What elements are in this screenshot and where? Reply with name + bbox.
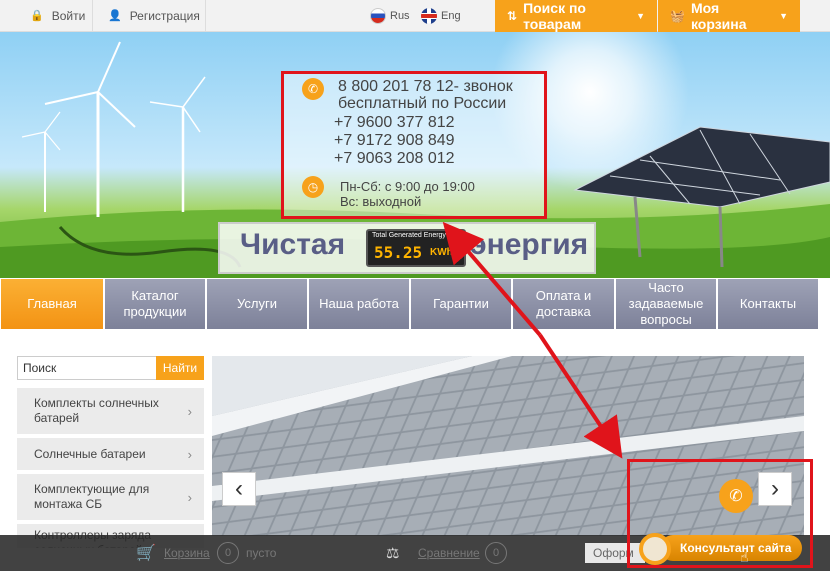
nav-label: Главная: [27, 296, 77, 311]
header-banner: ✆ 8 800 201 78 12- звонок бесплатный по …: [0, 32, 830, 278]
phone-number: +7 9600 377 812: [334, 114, 455, 131]
chevron-right-icon: ›: [187, 446, 192, 462]
contact-info-highlight: ✆ 8 800 201 78 12- звонок бесплатный по …: [281, 71, 547, 219]
top-bar: 🔒 Войти 👤 Регистрация Rus Eng ⇅ Поиск по…: [0, 0, 830, 32]
counter-value: 55.25: [374, 243, 423, 262]
chevron-down-icon: ▼: [779, 11, 788, 21]
slider-prev-button[interactable]: ‹: [222, 472, 256, 506]
search-button[interactable]: Найти: [156, 356, 204, 380]
lock-icon: 🔒: [30, 10, 44, 22]
sidebar-item-label: Солнечные батареи: [34, 446, 146, 461]
uk-flag-icon: [421, 8, 437, 24]
search-products-icon: ⇅: [507, 9, 518, 23]
consultant-highlight-box: [627, 459, 813, 568]
login-label: Войти: [51, 9, 86, 23]
sidebar-item-label: Комплектующие для монтажа СБ: [34, 482, 150, 511]
nav-faq[interactable]: Часто задаваемые вопросы: [616, 279, 716, 329]
lang-en-label: Eng: [441, 10, 461, 22]
basket-icon: 🧺: [670, 9, 685, 23]
search-input[interactable]: [18, 357, 156, 379]
sidebar-item-label: Комплекты солнечных батарей: [34, 396, 159, 425]
chevron-right-icon: ›: [187, 403, 192, 419]
phone-number: +7 9172 908 849: [334, 132, 455, 149]
search-products-label: Поиск по товарам: [523, 0, 586, 32]
nav-services[interactable]: Услуги: [207, 279, 307, 329]
logo-word-2: энергия: [470, 228, 589, 261]
clock-icon: ◷: [302, 176, 324, 198]
register-link[interactable]: 👤 Регистрация: [108, 0, 200, 32]
russia-flag-icon: [370, 8, 386, 24]
nav-label: Каталог продукции: [123, 288, 187, 319]
cart-count-badge: 0: [217, 542, 239, 564]
logo-word-1: Чистая: [240, 228, 346, 261]
nav-label: Гарантии: [433, 296, 489, 311]
phone-free-line1: 8 800 201 78 12- звонок: [338, 78, 513, 95]
compare-count-badge: 0: [485, 542, 507, 564]
nav-label: Оплата и доставка: [535, 288, 592, 319]
sidebar-item-solar-panels[interactable]: Солнечные батареи ›: [17, 438, 204, 472]
nav-label: Услуги: [237, 296, 277, 311]
lang-ru-label: Rus: [390, 10, 410, 22]
working-hours: Пн-Сб: с 9:00 до 19:00: [340, 179, 475, 194]
lang-en-link[interactable]: Eng: [421, 0, 461, 32]
nav-payment-delivery[interactable]: Оплата и доставка: [513, 279, 614, 329]
nav-home[interactable]: Главная: [1, 279, 103, 329]
sidebar-item-mounting[interactable]: Комплектующие для монтажа СБ ›: [17, 474, 204, 522]
chevron-left-icon: ‹: [235, 475, 243, 502]
cart-button[interactable]: 🧺 Моя корзина ▼: [658, 0, 800, 32]
phone-free-line2: бесплатный по России: [338, 95, 507, 112]
cart-label: Моя корзина: [690, 0, 747, 32]
chevron-down-icon: ▼: [636, 11, 645, 21]
nav-our-work[interactable]: Наша работа: [309, 279, 409, 329]
nav-label: Контакты: [739, 296, 797, 311]
nav-catalog[interactable]: Каталог продукции: [105, 279, 205, 329]
register-label: Регистрация: [129, 9, 200, 23]
nav-label: Наша работа: [319, 296, 399, 311]
nav-guarantees[interactable]: Гарантии: [411, 279, 511, 329]
nav-contacts[interactable]: Контакты: [718, 279, 818, 329]
login-link[interactable]: 🔒 Войти: [30, 0, 85, 32]
divider: [205, 0, 206, 32]
phone-icon: ✆: [302, 78, 324, 100]
search-products-button[interactable]: ⇅ Поиск по товарам ▼: [495, 0, 657, 32]
day-off: Вс: выходной: [340, 194, 422, 209]
compare-scales-icon: ⚖: [386, 545, 400, 562]
bottom-cart-link[interactable]: Корзина: [164, 535, 210, 571]
phone-number: +7 9063 208 012: [334, 150, 455, 167]
counter-unit: KWh: [430, 247, 453, 258]
lang-ru-link[interactable]: Rus: [370, 0, 410, 32]
bottom-compare-link[interactable]: Сравнение: [418, 535, 480, 571]
sidebar-search: Найти: [17, 356, 204, 380]
nav-label: Часто задаваемые вопросы: [628, 280, 704, 327]
sidebar-item-solar-kits[interactable]: Комплекты солнечных батарей ›: [17, 388, 204, 436]
main-nav: Главная Каталог продукции Услуги Наша ра…: [0, 278, 830, 330]
cart-icon: 🛒: [136, 545, 156, 562]
energy-counter: Total Generated Energy 55.25 KWh: [366, 229, 466, 267]
chevron-right-icon: ›: [187, 489, 192, 505]
user-icon: 👤: [108, 10, 122, 22]
counter-title: Total Generated Energy: [372, 232, 446, 239]
divider: [92, 0, 93, 32]
site-logo[interactable]: Чистая Total Generated Energy 55.25 KWh …: [218, 222, 596, 274]
cart-status: пусто: [246, 546, 277, 560]
